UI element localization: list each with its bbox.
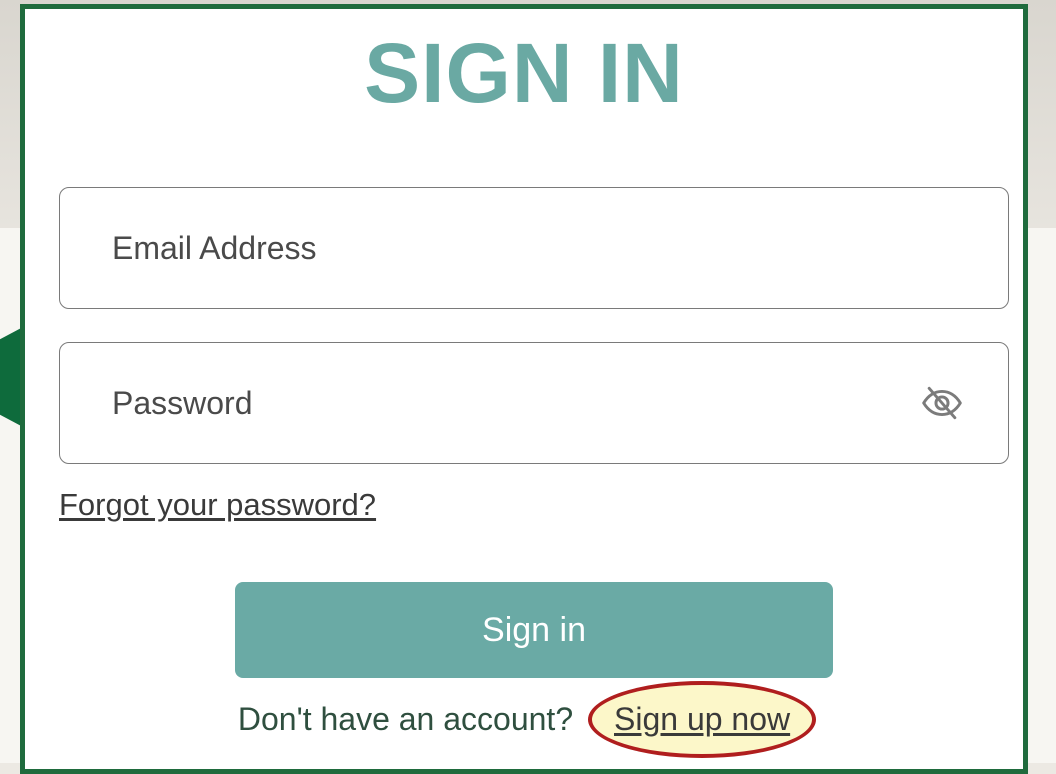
eye-off-icon[interactable] (916, 377, 968, 429)
sign-in-button[interactable]: Sign in (235, 582, 833, 678)
sign-in-modal: SIGN IN Email Address Password Forgot yo… (20, 4, 1028, 774)
page-title: SIGN IN (364, 26, 684, 120)
sign-up-link[interactable]: Sign up now (614, 701, 790, 737)
forgot-password-link[interactable]: Forgot your password? (59, 487, 376, 523)
email-field[interactable]: Email Address (59, 187, 1009, 309)
password-placeholder: Password (112, 384, 253, 421)
signup-prompt: Don't have an account? (237, 701, 574, 738)
password-field[interactable]: Password (59, 342, 1009, 464)
email-placeholder: Email Address (112, 229, 317, 266)
signup-row: Don't have an account? Sign up now (25, 681, 1023, 759)
signup-link-annotation: Sign up now (588, 681, 817, 759)
